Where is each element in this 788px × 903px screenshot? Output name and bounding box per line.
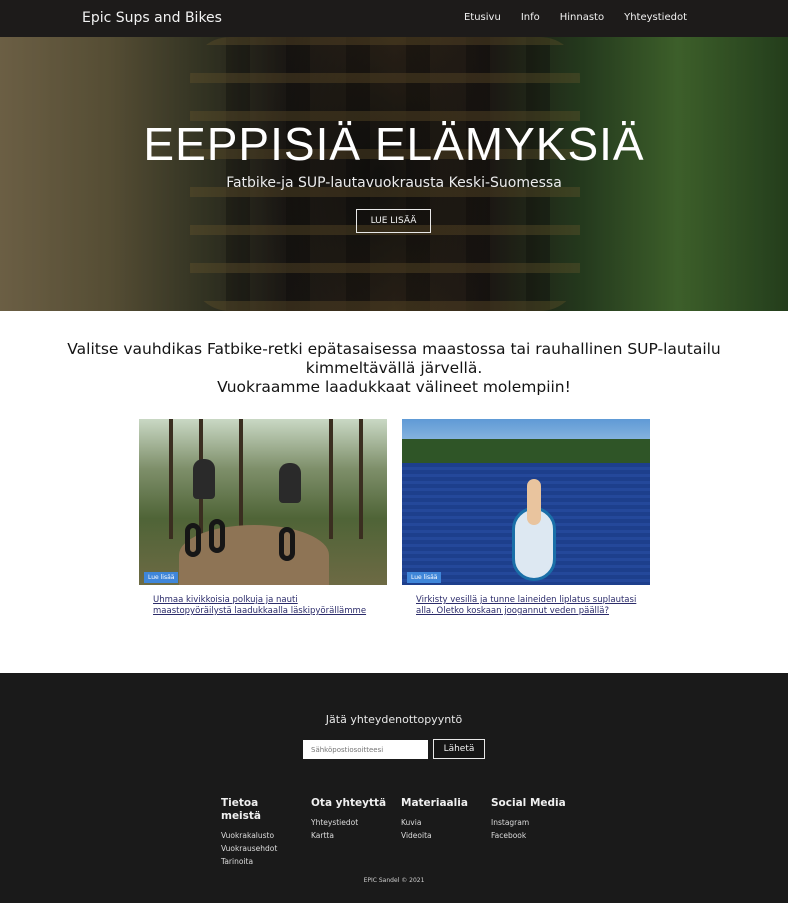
top-navbar: Epic Sups and Bikes Etusivu Info Hinnast…: [0, 0, 788, 37]
footer-col-title: Materiaalia: [401, 797, 468, 809]
rider-figure: [279, 463, 301, 503]
footer-col-social: Social Media Instagram Facebook: [491, 797, 579, 842]
rider-figure: [193, 459, 215, 499]
hero-subtitle: Fatbike-ja SUP-lautavuokrausta Keski-Suo…: [226, 175, 562, 191]
yoga-person: [527, 479, 541, 525]
tree-trunk: [329, 419, 333, 539]
footer-link[interactable]: Yhteystiedot: [311, 816, 399, 829]
footer-link[interactable]: Vuokrausehdot: [221, 842, 309, 855]
footer-col-title: Social Media: [491, 797, 566, 809]
email-input[interactable]: [303, 740, 428, 759]
card-fatbike: Lue lisää Uhmaa kivikkoisia polkuja ja n…: [139, 419, 387, 617]
hero-overlay: [0, 37, 788, 311]
fatbike-image[interactable]: Lue lisää: [139, 419, 387, 585]
card-link-sup[interactable]: Virkisty vesillä ja tunne laineiden lipl…: [416, 595, 640, 617]
footer-link[interactable]: Videoita: [401, 829, 489, 842]
bike-wheel: [209, 519, 225, 553]
nav-link-hinnasto[interactable]: Hinnasto: [560, 12, 604, 23]
read-more-button[interactable]: LUE LISÄÄ: [356, 209, 431, 233]
intro-text: Valitse vauhdikas Fatbike-retki epätasai…: [0, 340, 788, 397]
bike-wheel: [185, 523, 201, 557]
footer-col-title: Ota yhteyttä: [311, 797, 387, 809]
nav-links: Etusivu Info Hinnasto Yhteystiedot: [464, 12, 687, 23]
footer-col-title: Tietoa meistä: [221, 797, 262, 822]
tree-trunk: [359, 419, 363, 539]
trail-path: [179, 525, 329, 585]
hero-title: EEPPISIÄ ELÄMYKSIÄ: [143, 118, 645, 170]
footer-link[interactable]: Vuokrakalusto: [221, 829, 309, 842]
intro-line: kimmeltävällä järvellä.: [305, 359, 483, 377]
intro-line: Vuokraamme laadukkaat välineet molempiin…: [217, 378, 571, 396]
footer-link[interactable]: Kartta: [311, 829, 399, 842]
footer: Jätä yhteydenottopyyntö Lähetä Tietoa me…: [0, 673, 788, 903]
hero-banner: EEPPISIÄ ELÄMYKSIÄ Fatbike-ja SUP-lautav…: [0, 37, 788, 311]
nav-link-info[interactable]: Info: [521, 12, 540, 23]
contact-request-title: Jätä yhteydenottopyyntö: [325, 713, 463, 726]
intro-line: Valitse vauhdikas Fatbike-retki epätasai…: [67, 340, 721, 358]
footer-col-about: Tietoa meistä Vuokrakalusto Vuokrausehdo…: [221, 797, 309, 868]
tree-trunk: [169, 419, 173, 539]
read-more-badge[interactable]: Lue lisää: [407, 572, 442, 583]
footer-link[interactable]: Facebook: [491, 829, 579, 842]
nav-link-etusivu[interactable]: Etusivu: [464, 12, 501, 23]
sup-image[interactable]: Lue lisää: [402, 419, 650, 585]
footer-link[interactable]: Tarinoita: [221, 855, 309, 868]
tree-trunk: [239, 419, 243, 539]
nav-link-yhteystiedot[interactable]: Yhteystiedot: [624, 12, 687, 23]
card-link-fatbike[interactable]: Uhmaa kivikkoisia polkuja ja nauti maast…: [153, 595, 377, 617]
card-sup: Lue lisää Virkisty vesillä ja tunne lain…: [402, 419, 650, 617]
footer-col-contact: Ota yhteyttä Yhteystiedot Kartta: [311, 797, 399, 842]
send-button[interactable]: Lähetä: [433, 739, 485, 759]
read-more-badge[interactable]: Lue lisää: [144, 572, 179, 583]
footer-col-material: Materiaalia Kuvia Videoita: [401, 797, 489, 842]
copyright: EPIC Sandel © 2021: [363, 877, 425, 884]
treeline: [402, 439, 650, 463]
footer-link[interactable]: Instagram: [491, 816, 579, 829]
bike-wheel: [279, 527, 295, 561]
footer-link[interactable]: Kuvia: [401, 816, 489, 829]
brand-logo[interactable]: Epic Sups and Bikes: [82, 10, 222, 26]
